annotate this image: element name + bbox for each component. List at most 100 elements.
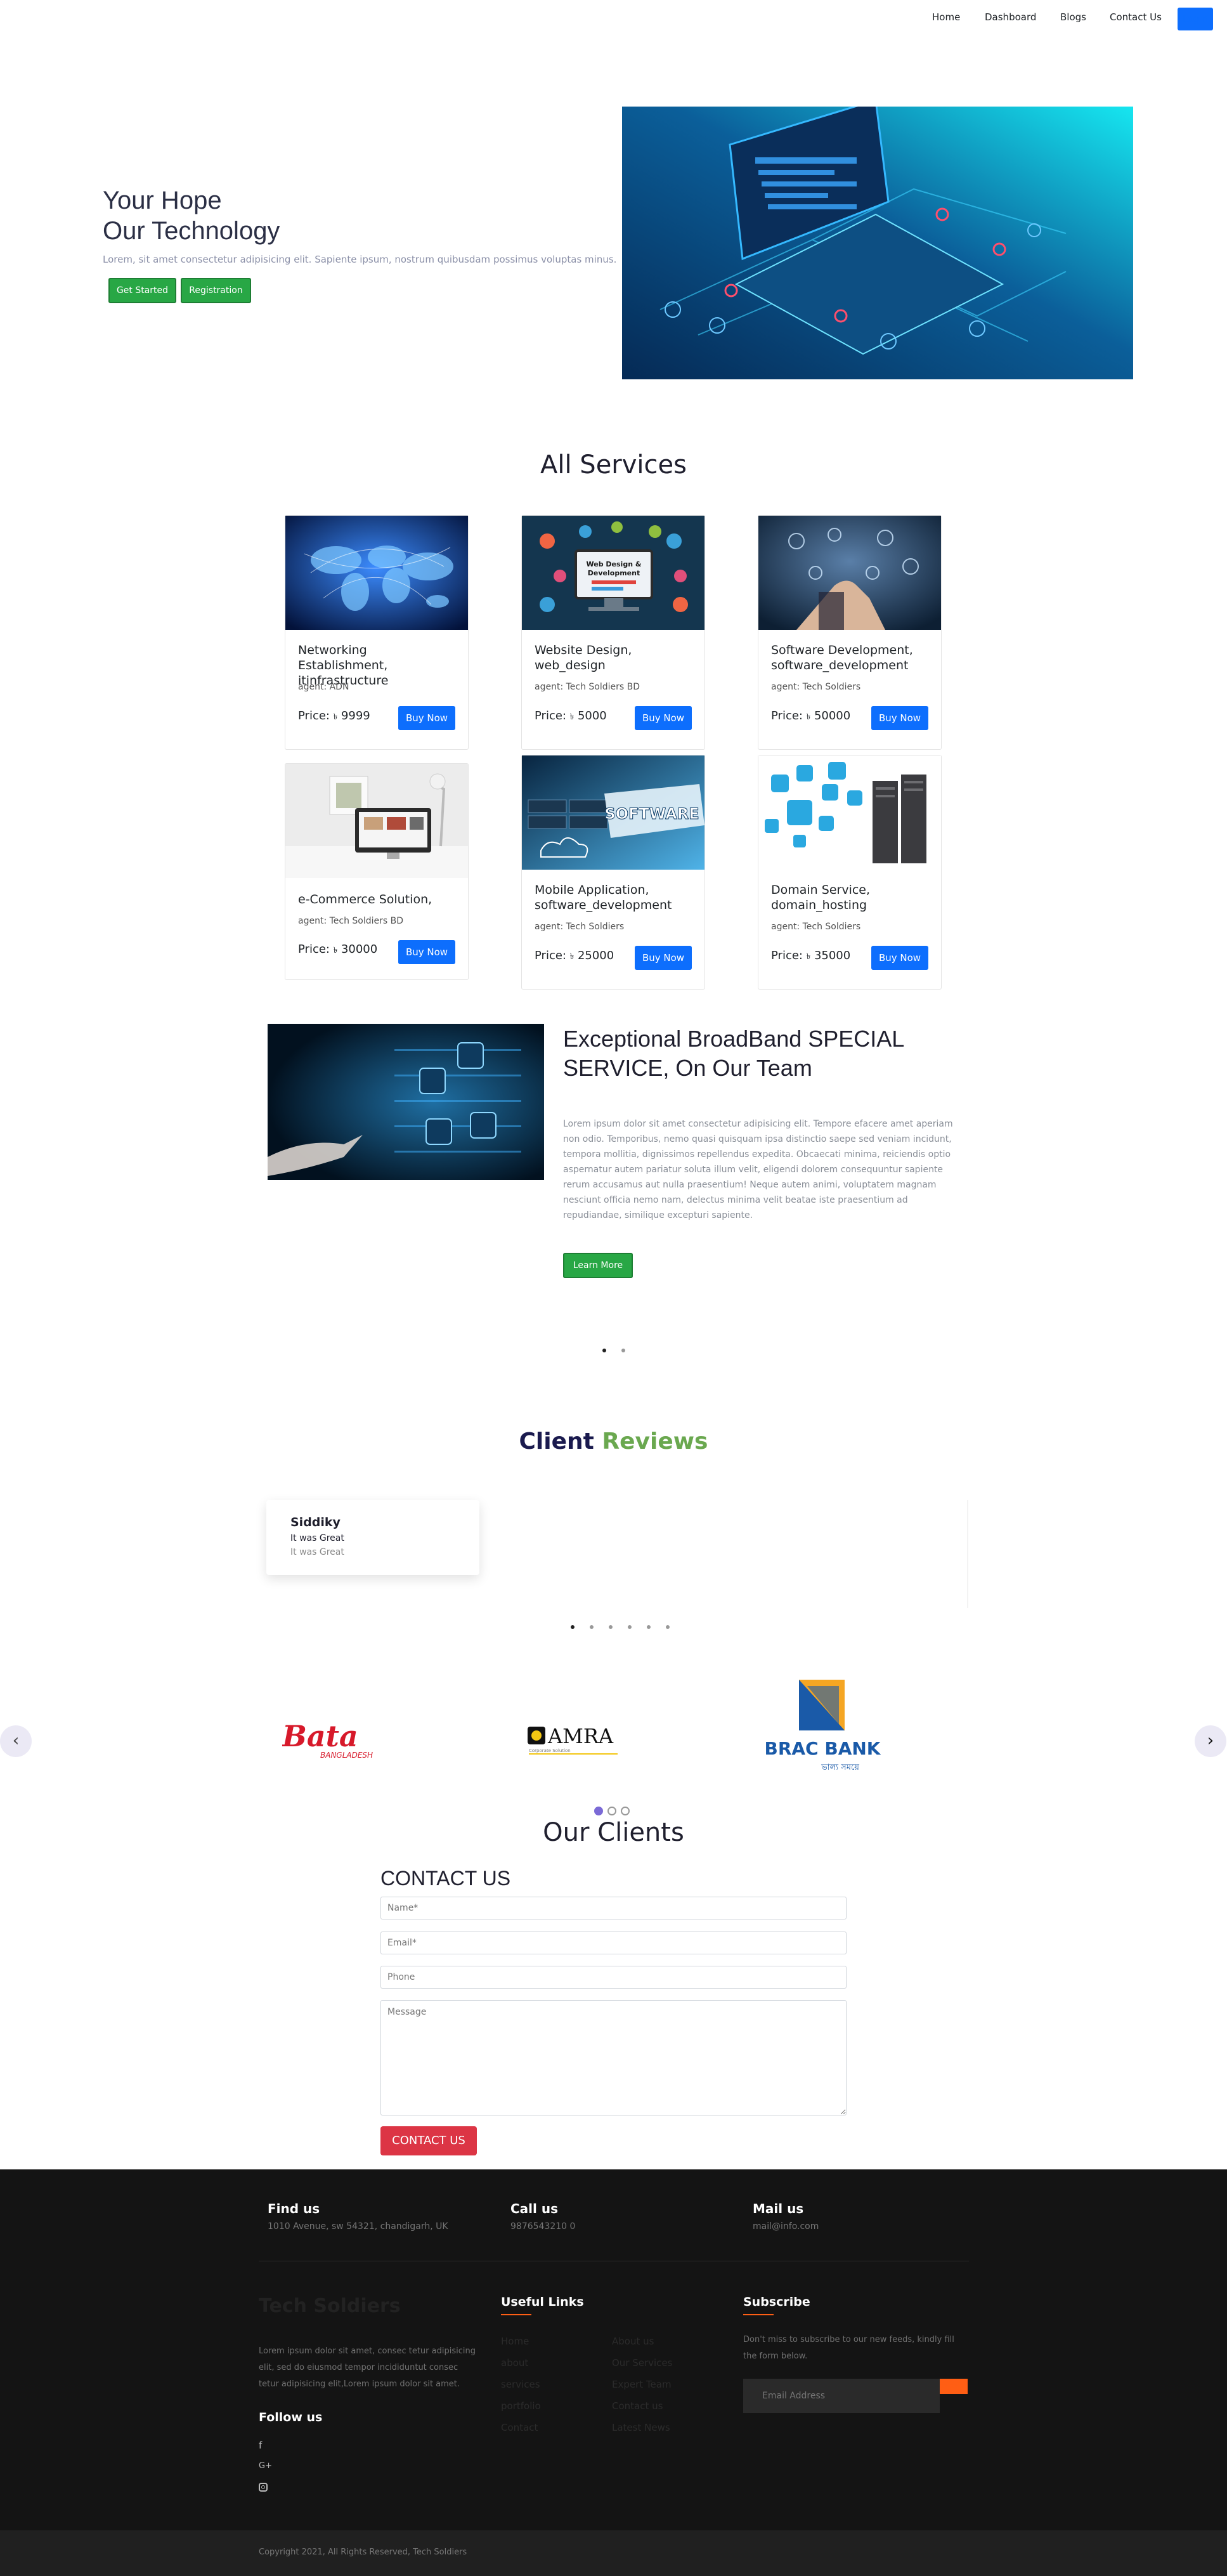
google-plus-icon[interactable]: G+ — [259, 2461, 272, 2471]
review-slider-edge — [967, 1500, 968, 1608]
service-title: Website Design, web_design — [535, 643, 632, 672]
amra-logo: AMRA Corporate Solution — [526, 1719, 640, 1757]
buy-now-button[interactable]: Buy Now — [635, 706, 692, 730]
service-card: e-Commerce Solution, agent: Tech Soldier… — [285, 763, 469, 980]
useful-links-underline — [501, 2314, 531, 2315]
review-title: It was Great — [290, 1533, 344, 1543]
svg-text:Bata: Bata — [282, 1719, 358, 1753]
registration-button[interactable]: Registration — [181, 278, 251, 303]
broadband-title: Exceptional BroadBand SPECIAL SERVICE, O… — [563, 1026, 904, 1081]
find-us-value: 1010 Avenue, sw 54321, chandigarh, UK — [268, 2221, 448, 2232]
buy-now-button[interactable]: Buy Now — [635, 946, 692, 970]
footer-link-home[interactable]: Home — [501, 2336, 529, 2347]
hero-title-line1: Your Hope — [103, 186, 222, 214]
subscribe-text: Don't miss to subscribe to our new feeds… — [743, 2335, 954, 2361]
hero-laptop-image — [622, 107, 1133, 379]
learn-more-button[interactable]: Learn More — [563, 1253, 633, 1278]
review-slider-dot[interactable] — [666, 1625, 670, 1629]
footer-link-contact[interactable]: Contact — [501, 2422, 538, 2433]
service-agent: agent: Tech Soldiers BD — [298, 916, 404, 926]
svg-text:Corporate Solution: Corporate Solution — [529, 1748, 571, 1753]
service-price: Price: ৳ 5000 — [535, 709, 607, 722]
footer-link-about-us[interactable]: About us — [612, 2336, 654, 2347]
broadband-body: Lorem ipsum dolor sit amet consectetur a… — [563, 1119, 953, 1220]
footer-link-expert-team[interactable]: Expert Team — [612, 2379, 672, 2390]
contact-submit-button[interactable]: CONTACT US — [380, 2126, 477, 2155]
review-slider-dot[interactable] — [590, 1625, 594, 1629]
login-button[interactable]: Login — [1178, 8, 1213, 30]
domain-servers-image — [758, 755, 941, 870]
instagram-icon[interactable] — [259, 2483, 268, 2492]
carousel-prev-button[interactable]: ‹ — [0, 1725, 32, 1757]
svg-text:AMRA: AMRA — [547, 1724, 614, 1748]
client-dot-active[interactable] — [594, 1807, 603, 1815]
hero-title-line2: Our Technology — [103, 217, 280, 245]
call-us-title: Call us — [510, 2201, 558, 2216]
footer-about: Lorem ipsum dolor sit amet, consec tetur… — [259, 2346, 476, 2389]
subscribe-underline — [743, 2314, 774, 2315]
review-slider-dot[interactable] — [647, 1625, 651, 1629]
nav-home[interactable]: Home — [932, 11, 960, 23]
name-input[interactable] — [380, 1897, 847, 1919]
carousel-next-button[interactable]: › — [1195, 1725, 1226, 1757]
service-card: SOFTWARE Mobile Application, software_de… — [521, 755, 705, 990]
service-agent: agent: Tech Soldiers — [535, 922, 625, 932]
client-dot[interactable] — [621, 1807, 630, 1815]
service-agent: agent: Tech Soldiers BD — [535, 682, 640, 692]
subscribe-send-button[interactable] — [940, 2379, 968, 2394]
nav-contact-us[interactable]: Contact Us — [1110, 11, 1162, 23]
phone-input[interactable] — [380, 1966, 847, 1989]
service-card: Domain Service, domain_hosting agent: Te… — [758, 755, 942, 990]
review-slider-dot[interactable] — [571, 1625, 575, 1629]
bata-logo: Bata BANGLADESH — [281, 1716, 396, 1767]
service-price: Price: ৳ 9999 — [298, 709, 370, 722]
footer-link-portfolio[interactable]: portfolio — [501, 2400, 541, 2412]
slider-dot[interactable] — [602, 1349, 606, 1352]
review-text: It was Great — [290, 1547, 344, 1557]
email-input[interactable] — [380, 1932, 847, 1954]
service-agent: agent: ADN — [298, 682, 349, 692]
service-price: Price: ৳ 30000 — [298, 943, 378, 956]
facebook-icon[interactable]: f — [259, 2440, 262, 2451]
service-price: Price: ৳ 35000 — [771, 949, 851, 962]
service-price: Price: ৳ 50000 — [771, 709, 851, 722]
review-slider-dot[interactable] — [628, 1625, 632, 1629]
nav-dashboard[interactable]: Dashboard — [985, 11, 1036, 23]
footer-brand[interactable]: Tech Soldiers — [259, 2295, 401, 2317]
slider-dot[interactable] — [621, 1349, 625, 1352]
buy-now-button[interactable]: Buy Now — [398, 706, 455, 730]
hero-subtitle: Lorem, sit amet consectetur adipisicing … — [103, 254, 617, 265]
get-started-button[interactable]: Get Started — [108, 278, 176, 303]
service-title: e-Commerce Solution, — [298, 892, 432, 906]
footer-link-contact-us[interactable]: Contact us — [612, 2400, 663, 2412]
message-textarea[interactable] — [380, 2000, 847, 2115]
service-title: Software Development, software_developme… — [771, 643, 913, 672]
svg-text:ভাল্য সময়ে: ভাল্য সময়ে — [821, 1763, 859, 1772]
review-slider-dot[interactable] — [609, 1625, 613, 1629]
buy-now-button[interactable]: Buy Now — [871, 706, 928, 730]
hand-touch-apps-image — [758, 516, 941, 630]
footer-link-about[interactable]: about — [501, 2357, 528, 2369]
buy-now-button[interactable]: Buy Now — [871, 946, 928, 970]
nav-blogs[interactable]: Blogs — [1060, 11, 1086, 23]
service-card: Software Development, software_developme… — [758, 515, 942, 750]
service-agent: agent: Tech Soldiers — [771, 922, 861, 932]
web-design-image: Web Design & Development — [522, 516, 704, 630]
world-network-image — [285, 516, 468, 630]
find-us-title: Find us — [268, 2201, 320, 2216]
service-agent: agent: Tech Soldiers — [771, 682, 861, 692]
footer-link-latest-news[interactable]: Latest News — [612, 2422, 670, 2433]
services-heading: All Services — [540, 450, 687, 480]
footer-link-services[interactable]: services — [501, 2379, 540, 2390]
service-price: Price: ৳ 25000 — [535, 949, 614, 962]
client-dot[interactable] — [607, 1807, 616, 1815]
subscribe-email-input[interactable] — [743, 2379, 940, 2413]
footer-link-our-services[interactable]: Our Services — [612, 2357, 673, 2369]
software-keyboard-image: SOFTWARE — [522, 755, 704, 870]
copyright-text: Copyright 2021, All Rights Reserved, Tec… — [259, 2547, 467, 2557]
broadband-image — [268, 1024, 544, 1180]
web-design-image-text-1: Web Design & — [587, 560, 642, 568]
buy-now-button[interactable]: Buy Now — [398, 940, 455, 964]
mail-us-value: mail@info.com — [753, 2221, 819, 2232]
call-us-value: 9876543210 0 — [510, 2221, 576, 2232]
